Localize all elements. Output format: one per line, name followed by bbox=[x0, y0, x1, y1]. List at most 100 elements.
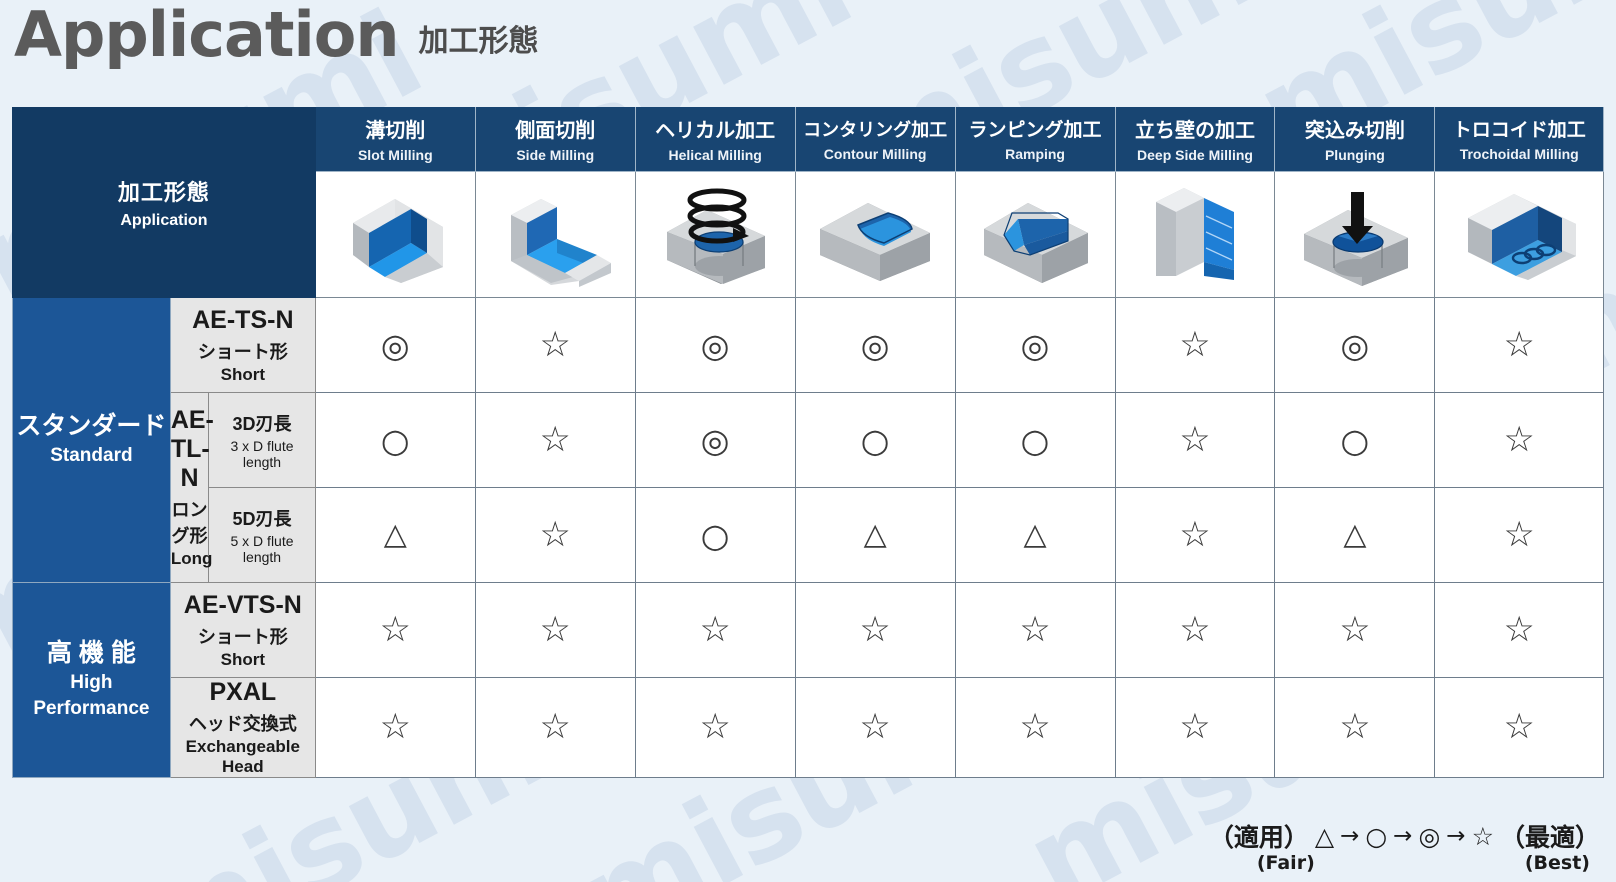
corner-header-en: Application bbox=[120, 212, 208, 229]
rating-cell: ☆ bbox=[1434, 582, 1604, 678]
corner-header-ja: 加工形態 bbox=[117, 180, 210, 205]
series-code: PXAL bbox=[209, 678, 277, 706]
rating-symbol: ☆ bbox=[1019, 609, 1051, 650]
rating-cell: ☆ bbox=[1114, 392, 1276, 488]
series-ja: ショート形 bbox=[197, 626, 288, 647]
table-header-row: 加工形態 Application 溝切削 Slot Milling 側面切削 S… bbox=[12, 107, 1604, 298]
column-header-ja: 突込み切削 bbox=[1304, 120, 1405, 142]
legend-caption-fair: (Fair) bbox=[1256, 852, 1315, 874]
rating-cell: ◎ bbox=[634, 392, 796, 488]
table-row: 高機能 High Performance AE-VTS-N ショート形 Shor… bbox=[12, 582, 1604, 778]
series-pxal[interactable]: PXAL ヘッド交換式 Exchangeable Head bbox=[169, 677, 316, 778]
rating-cell: ◎ bbox=[634, 297, 796, 393]
column-header-en: Plunging bbox=[1324, 147, 1385, 163]
table-row: 5D刃長 5 x D flute length △ ☆ ○ △ △ ☆ △ ☆ bbox=[13, 487, 1604, 583]
rating-symbol: ☆ bbox=[1179, 609, 1211, 650]
legend-captions: (Fair) (Best) bbox=[1209, 852, 1600, 874]
column-header-side-milling[interactable]: 側面切削 Side Milling bbox=[474, 107, 636, 172]
subrow-en: 5 x D flute length bbox=[230, 532, 294, 565]
corner-header-cell: 加工形態 Application bbox=[12, 107, 316, 298]
column-header-deep-side-milling[interactable]: 立ち壁の加工 Deep Side Milling bbox=[1114, 107, 1276, 172]
rating-cell: ☆ bbox=[314, 582, 476, 678]
group-label-ja: スタンダード bbox=[16, 412, 167, 441]
column-header-trochoidal-milling[interactable]: トロコイド加工 Trochoidal Milling bbox=[1434, 107, 1604, 172]
rating-symbol: △ bbox=[383, 517, 407, 552]
rating-cell: ☆ bbox=[1114, 297, 1276, 393]
rating-cell: ☆ bbox=[474, 487, 636, 583]
legend-arrow: → bbox=[1393, 823, 1413, 849]
subrow-en: 3 x D flute length bbox=[230, 437, 294, 470]
legend-symbol-good: ○ bbox=[1365, 821, 1388, 851]
rating-cell: △ bbox=[1274, 487, 1436, 583]
rating-symbol: ☆ bbox=[1019, 707, 1051, 747]
page-title: Application 加工形態 bbox=[14, 4, 538, 66]
rating-cell: ○ bbox=[794, 392, 956, 488]
legend-caption-best: (Best) bbox=[1524, 852, 1590, 874]
rating-symbol: ☆ bbox=[539, 324, 571, 365]
rating-cell: ☆ bbox=[794, 677, 956, 778]
legend-symbol-fair: △ bbox=[1314, 821, 1335, 851]
rating-symbol: ☆ bbox=[1179, 324, 1211, 365]
rating-cell: ☆ bbox=[474, 392, 636, 488]
column-header-en: Side Milling bbox=[516, 147, 595, 163]
rating-cell: △ bbox=[794, 487, 956, 583]
rating-symbol: ☆ bbox=[1179, 419, 1211, 460]
rating-cell: ☆ bbox=[1434, 487, 1604, 583]
group-standard: スタンダード Standard bbox=[12, 297, 171, 583]
rating-cell: ☆ bbox=[474, 677, 636, 778]
series-ae-tl-n[interactable]: AE-TL-N ロング形 Long bbox=[169, 392, 214, 583]
series-code: AE-TL-N bbox=[170, 406, 214, 492]
group-label-en-line2: Performance bbox=[33, 697, 150, 719]
rating-symbol: ○ bbox=[1340, 420, 1370, 460]
rating-symbol: ☆ bbox=[1503, 324, 1535, 365]
column-header-en: Contour Milling bbox=[823, 145, 927, 162]
rating-cell: ☆ bbox=[634, 582, 796, 678]
table-row: スタンダード Standard AE-TS-N ショート形 Short ◎ ☆ … bbox=[12, 297, 1604, 583]
column-header-ja: ランピング加工 bbox=[968, 120, 1102, 141]
column-header-en: Helical Milling bbox=[668, 147, 762, 163]
column-header-slot-milling[interactable]: 溝切削 Slot Milling bbox=[314, 107, 476, 172]
column-header-ramping[interactable]: ランピング加工 Ramping bbox=[954, 107, 1116, 172]
group-high-performance: 高機能 High Performance bbox=[12, 582, 171, 778]
rating-symbol: ◎ bbox=[860, 325, 890, 365]
column-header-en: Ramping bbox=[1005, 146, 1065, 162]
rating-symbol: ☆ bbox=[1179, 707, 1211, 747]
subrow-ja: 5D刃長 bbox=[232, 508, 292, 529]
rating-cell: ◎ bbox=[314, 297, 476, 393]
column-header-contour-milling[interactable]: コンタリング加工 Contour Milling bbox=[794, 107, 956, 172]
page-title-sub: 加工形態 bbox=[418, 25, 539, 58]
ramping-icon bbox=[954, 171, 1116, 298]
rating-cell: ☆ bbox=[794, 582, 956, 678]
legend-prefix: （適用） bbox=[1208, 823, 1309, 852]
rating-symbol: ○ bbox=[380, 420, 410, 460]
table-row: PXAL ヘッド交換式 Exchangeable Head ☆ ☆ ☆ ☆ ☆ … bbox=[13, 677, 1604, 778]
column-header-ja: 溝切削 bbox=[365, 120, 426, 142]
series-ae-vts-n[interactable]: AE-VTS-N ショート形 Short bbox=[169, 582, 316, 678]
rating-cell: ○ bbox=[1274, 392, 1436, 488]
series-ja: ショート形 bbox=[197, 341, 288, 362]
rating-cell: ☆ bbox=[1434, 677, 1604, 778]
series-ae-ts-n[interactable]: AE-TS-N ショート形 Short bbox=[169, 297, 316, 393]
rating-cell: ☆ bbox=[1114, 582, 1276, 678]
rating-cell: ☆ bbox=[474, 582, 636, 678]
rating-cell: ◎ bbox=[954, 297, 1116, 393]
rating-cell: ☆ bbox=[1114, 487, 1276, 583]
column-header-ja: ヘリカル加工 bbox=[655, 120, 776, 142]
rating-symbol: ☆ bbox=[1179, 514, 1211, 555]
rating-symbol: ☆ bbox=[699, 609, 731, 650]
rating-symbol: △ bbox=[863, 517, 887, 552]
legend-symbol-very-good: ◎ bbox=[1418, 821, 1441, 851]
rating-symbol: ○ bbox=[860, 420, 890, 460]
series-en: Short bbox=[220, 649, 266, 669]
rating-cell: ☆ bbox=[1114, 677, 1276, 778]
column-header-helical-milling[interactable]: ヘリカル加工 Helical Milling bbox=[634, 107, 796, 172]
column-header-en: Trochoidal Milling bbox=[1459, 146, 1579, 162]
side-milling-icon bbox=[474, 171, 636, 298]
rating-symbol: ◎ bbox=[380, 325, 410, 365]
slot-milling-icon bbox=[314, 171, 476, 298]
subrow-ja: 3D刃長 bbox=[232, 413, 292, 434]
series-ja: ロング形 bbox=[171, 500, 208, 546]
column-header-en: Deep Side Milling bbox=[1137, 147, 1253, 163]
column-header-plunging[interactable]: 突込み切削 Plunging bbox=[1274, 107, 1436, 172]
plunging-icon bbox=[1274, 171, 1436, 298]
